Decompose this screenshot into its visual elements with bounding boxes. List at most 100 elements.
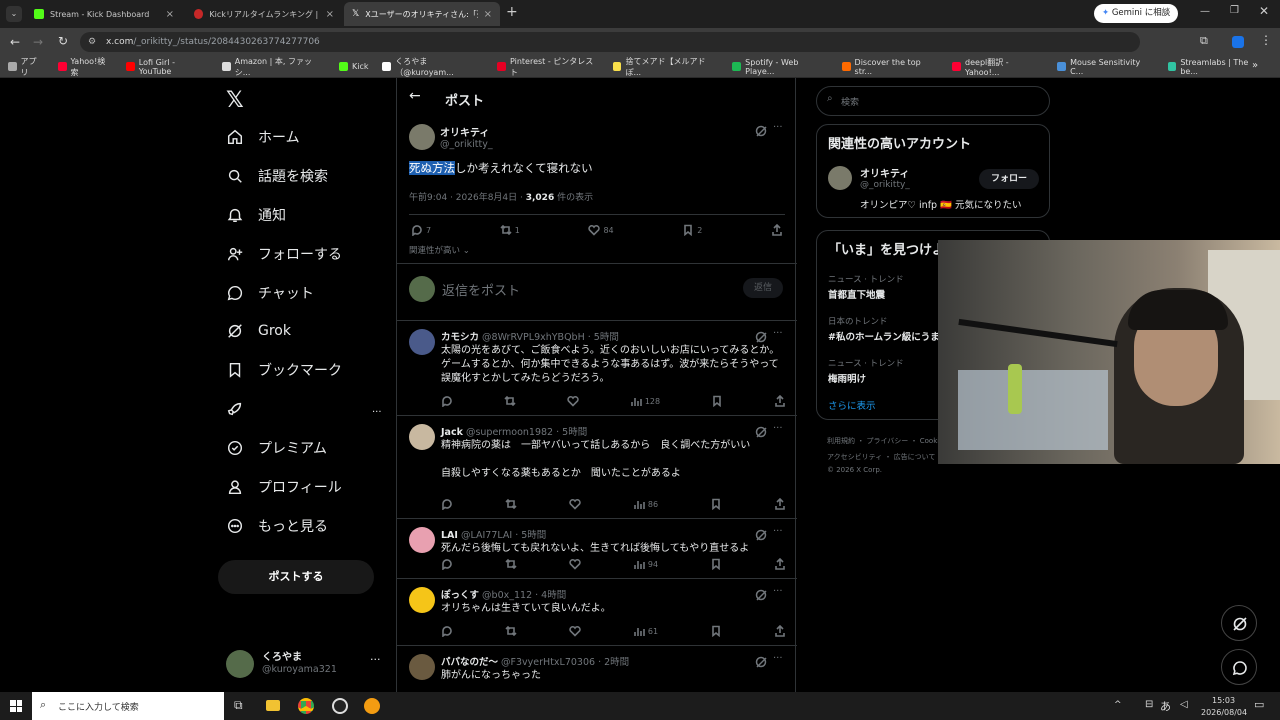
obs-icon[interactable] (332, 698, 348, 714)
nav-item-bell[interactable]: 通知 (226, 205, 286, 225)
forward-icon[interactable]: → (33, 35, 43, 49)
post-time[interactable]: 午前9:04 · 2026年8月4日 · (409, 193, 526, 203)
task-view-icon[interactable]: ⧉ (234, 698, 243, 713)
post-author-handle[interactable]: @_orikitty_ (440, 139, 493, 150)
nav-item-verified[interactable]: プレミアム (226, 438, 327, 458)
reply-meta[interactable]: @b0x_112 · 4時間 (482, 590, 566, 601)
clock-date[interactable]: 2026/08/04 (1201, 708, 1247, 717)
share-action[interactable] (774, 558, 786, 570)
bookmark-action[interactable]: 2 (682, 224, 702, 236)
clock-time[interactable]: 15:03 (1212, 696, 1235, 705)
bookmark-item[interactable]: 捨てメアド【メルアドぽ... (612, 56, 719, 78)
bookmark-action[interactable] (710, 498, 722, 510)
trend-name[interactable]: #私のホームラン級にうま (828, 329, 940, 343)
reply-item[interactable]: LAI @LAI77LAI · 5時間 ··· 死んだら後悔しても戻れないよ、生きて… (397, 519, 797, 579)
tab-list-button[interactable]: ⌄ (6, 6, 22, 22)
grok-icon[interactable] (755, 529, 767, 541)
reply-author-name[interactable]: カモシカ (441, 332, 479, 343)
like-action[interactable]: 84 (588, 224, 614, 236)
reply-action[interactable] (441, 395, 453, 407)
nav-item-chat[interactable]: チャット (226, 283, 314, 303)
like-action[interactable] (569, 498, 581, 510)
tab-kick-dashboard[interactable]: Stream - Kick Dashboard × (26, 2, 182, 26)
bookmark-item[interactable]: くろやま（@kuroyam... (382, 56, 483, 78)
reply-author-name[interactable]: ぽっくす (441, 590, 479, 601)
avatar[interactable] (409, 124, 435, 150)
views-action[interactable]: 94 (633, 558, 658, 570)
restore-button[interactable]: ❐ (1230, 5, 1239, 16)
post-button[interactable]: ポストする (218, 560, 374, 594)
like-action[interactable] (567, 395, 579, 407)
bookmark-action[interactable] (711, 395, 723, 407)
trend-name[interactable]: 梅雨明け (828, 371, 866, 385)
address-bar[interactable]: ⚙ x.com/_orikitty_/status/20844302637742… (80, 32, 1140, 52)
search-box[interactable]: ⌕ 検索 (816, 86, 1050, 116)
like-action[interactable] (569, 558, 581, 570)
sort-dropdown[interactable]: 関連性が高い ⌄ (409, 244, 470, 256)
bookmark-item[interactable]: アプリ (7, 56, 44, 78)
tray-chevron-icon[interactable]: ^ (1114, 700, 1122, 710)
nav-more-dots[interactable]: ... (372, 404, 382, 415)
bookmark-item[interactable]: Mouse Sensitivity C... (1057, 58, 1153, 76)
volume-icon[interactable]: ◁ (1180, 699, 1188, 710)
reply-author-name[interactable]: パパなのだ〜 (441, 657, 498, 668)
reply-submit-button[interactable]: 返信 (743, 278, 783, 298)
grok-icon[interactable] (755, 589, 767, 601)
nav-item-profile[interactable]: プロフィール (226, 477, 342, 497)
like-action[interactable] (569, 625, 581, 637)
reply-item[interactable]: カモシカ @8WrRVPL9xhYBQbH · 5時間 ··· 太陽の光をあびて、ご… (397, 321, 797, 416)
account-switcher[interactable]: くろやま @kuroyama321 ... (226, 648, 386, 680)
post-author-name[interactable]: オリキティ (440, 124, 489, 139)
minimize-button[interactable]: — (1200, 6, 1210, 17)
reply-more-icon[interactable]: ··· (773, 586, 783, 597)
bookmark-action[interactable] (710, 625, 722, 637)
reply-item[interactable]: ぽっくす @b0x_112 · 4時間 ··· オリちゃんは生きていて良いんだよ。 6… (397, 579, 797, 646)
ime-indicator[interactable]: あ (1160, 698, 1171, 714)
gemini-button[interactable]: ✦ Gemini に相談 (1094, 4, 1179, 23)
reply-input[interactable]: 返信をポスト (442, 280, 520, 299)
menu-icon[interactable]: ⋮ (1260, 33, 1272, 47)
avatar[interactable] (409, 424, 435, 450)
bookmark-item[interactable]: Yahoo!検索 (57, 56, 112, 78)
reply-action[interactable]: 7 (411, 224, 431, 236)
back-arrow-icon[interactable]: ← (409, 88, 421, 104)
start-button[interactable] (10, 700, 22, 712)
bookmark-item[interactable]: Spotify - Web Playe... (732, 58, 827, 76)
bookmark-item[interactable]: Discover the top str... (841, 58, 938, 76)
avatar[interactable] (409, 527, 435, 553)
x-logo[interactable]: 𝕏 (226, 88, 244, 113)
nav-item-bookmark[interactable]: ブックマーク (226, 360, 342, 380)
grok-icon[interactable] (755, 656, 767, 668)
reply-meta[interactable]: @LAI77LAI · 5時間 (461, 530, 546, 541)
profile-avatar-icon[interactable] (1232, 36, 1244, 48)
reply-meta[interactable]: @8WrRVPL9xhYBQbH · 5時間 (482, 332, 619, 343)
site-info-icon[interactable]: ⚙ (88, 32, 96, 52)
reply-action[interactable] (441, 558, 453, 570)
network-icon[interactable]: ⊟ (1145, 699, 1153, 710)
reply-item[interactable]: Jack @supermoon1982 · 5時間 ··· 精神病院の薬は 一部ヤバ… (397, 416, 797, 519)
trend-name[interactable]: 首都直下地震 (828, 287, 885, 301)
follow-button[interactable]: フォロー (979, 169, 1039, 189)
notification-icon[interactable]: ▭ (1254, 698, 1264, 711)
nav-item-more-circle[interactable]: もっと見る (226, 516, 328, 536)
taskbar-search[interactable]: ⌕ ここに入力して検索 (32, 692, 224, 720)
file-explorer-icon[interactable] (266, 700, 280, 711)
avatar[interactable] (409, 329, 435, 355)
nav-item-rocket[interactable]: ... (226, 400, 382, 418)
footer-links[interactable]: アクセシビリティ ・ 広告について (827, 452, 935, 462)
share-action[interactable] (774, 625, 786, 637)
bookmark-item[interactable]: Lofi Girl - YouTube (126, 58, 208, 76)
bookmark-item[interactable]: Pinterest - ピンタレスト (497, 56, 599, 78)
tab-close-icon[interactable]: × (484, 9, 492, 20)
close-window-button[interactable]: ✕ (1259, 4, 1269, 18)
extensions-icon[interactable]: ⧉ (1200, 34, 1208, 48)
views-action[interactable]: 86 (633, 498, 658, 510)
grok-icon[interactable] (755, 426, 767, 438)
post-more-icon[interactable]: ··· (773, 122, 783, 133)
avatar[interactable] (828, 166, 852, 190)
repost-action[interactable] (505, 498, 517, 510)
reload-icon[interactable]: ↻ (58, 34, 68, 48)
grok-float-button[interactable] (1221, 605, 1257, 641)
reply-more-icon[interactable]: ··· (773, 526, 783, 537)
reply-meta[interactable]: @supermoon1982 · 5時間 (466, 427, 587, 438)
